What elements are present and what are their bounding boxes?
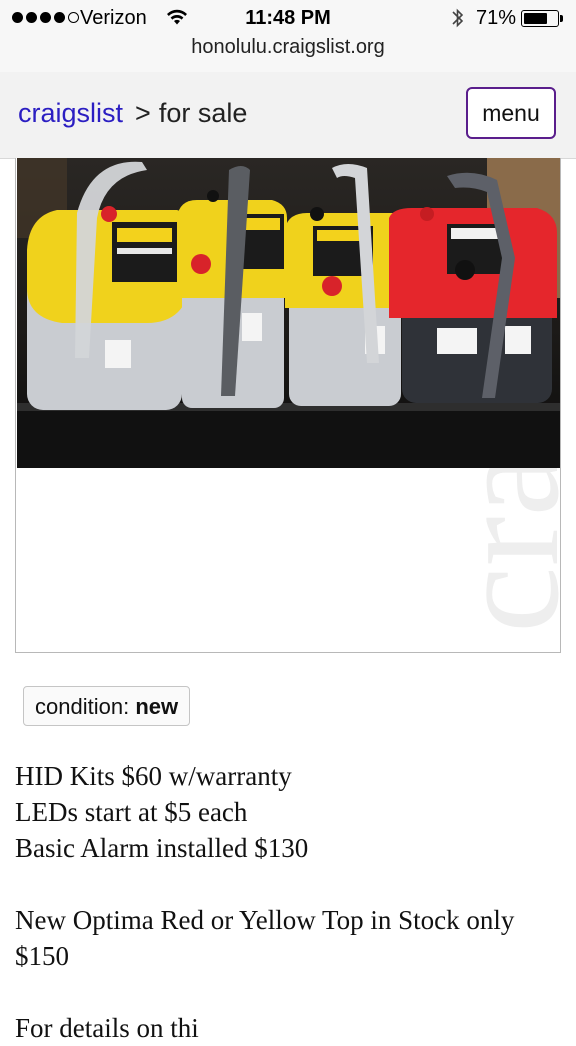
condition-label: condition: — [35, 694, 130, 719]
condition-attribute: condition: new — [23, 686, 191, 726]
status-bar: Verizon 11:48 PM 71% honolulu.craigslist… — [0, 0, 576, 73]
body-line: LEDs start at $5 each — [15, 797, 248, 827]
body-line: HID Kits $60 w/warranty — [15, 761, 292, 791]
menu-button[interactable]: menu — [466, 87, 556, 139]
craigslist-home-link[interactable]: craigslist — [18, 98, 123, 128]
address-bar-url[interactable]: honolulu.craigslist.org — [0, 36, 576, 59]
condition-value: new — [135, 694, 179, 719]
battery-icon — [521, 10, 563, 27]
breadcrumb: craigslist > for sale — [18, 98, 247, 129]
breadcrumb-separator: > — [135, 98, 151, 128]
breadcrumb-category-for-sale[interactable]: for sale — [159, 98, 248, 128]
posting-body: HID Kits $60 w/warranty LEDs start at $5… — [15, 758, 565, 1046]
body-line: For details on thi — [15, 1013, 199, 1043]
header-nav: craigslist > for sale menu — [0, 72, 576, 159]
bluetooth-icon — [450, 6, 466, 36]
body-line: Basic Alarm installed $130 — [15, 833, 309, 863]
battery-percentage: 71% — [476, 7, 517, 29]
body-line: New Optima Red or Yellow Top in Stock on… — [15, 905, 515, 935]
body-line: $150 — [15, 941, 69, 971]
batteries-photo[interactable] — [17, 158, 561, 468]
image-gallery[interactable]: craigslist — [15, 158, 561, 653]
